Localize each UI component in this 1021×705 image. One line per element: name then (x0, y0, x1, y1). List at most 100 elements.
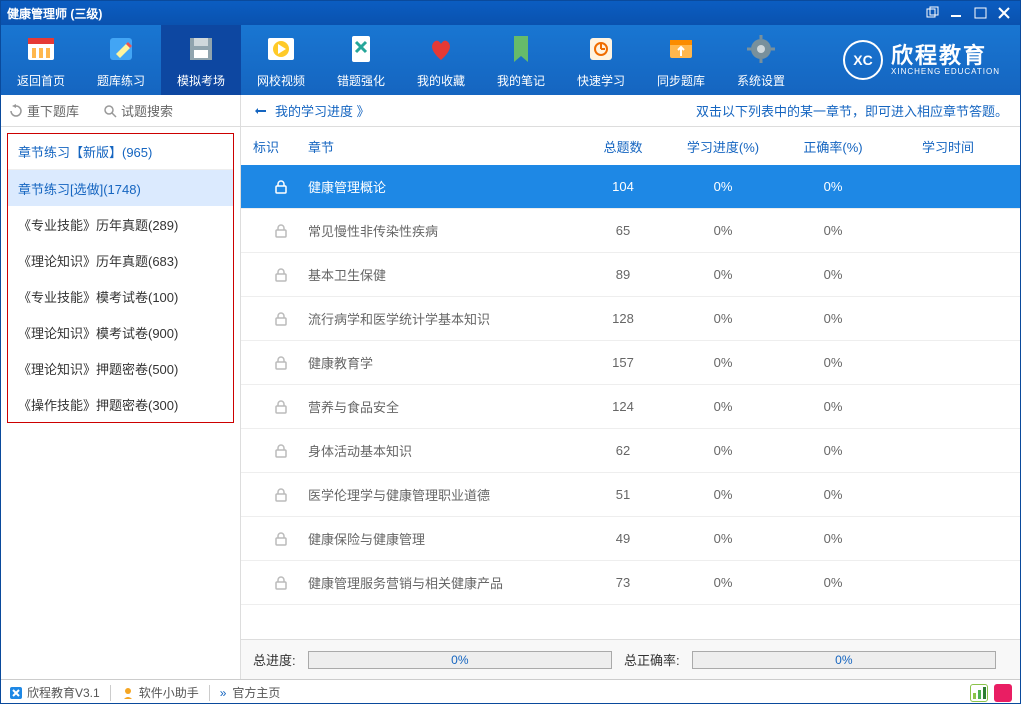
correct-pct: 0% (778, 531, 888, 546)
lock-icon (253, 575, 308, 591)
toolbar-1[interactable]: 题库练习 (81, 25, 161, 95)
col-total: 总题数 (578, 137, 668, 156)
correct-pct: 0% (778, 399, 888, 414)
table-row[interactable]: 流行病学和医学统计学基本知识1280%0% (241, 297, 1020, 341)
toolbar-icon-6 (504, 32, 538, 66)
toolbar-6[interactable]: 我的笔记 (481, 25, 561, 95)
progress-pct: 0% (668, 223, 778, 238)
total-count: 89 (578, 267, 668, 282)
search-button[interactable]: 试题搜索 (103, 101, 185, 120)
total-count: 65 (578, 223, 668, 238)
brand-logo: XC 欣程教育 XINCHENG EDUCATION (843, 40, 1000, 80)
correct-pct: 0% (778, 355, 888, 370)
total-correct-label: 总正确率: (624, 650, 680, 669)
lock-icon (253, 399, 308, 415)
sidebar-item-5[interactable]: 《理论知识》模考试卷(900) (8, 314, 233, 350)
col-correct: 正确率(%) (778, 137, 888, 156)
sidebar-item-4[interactable]: 《专业技能》模考试卷(100) (8, 278, 233, 314)
lock-icon (253, 267, 308, 283)
toolbar-3[interactable]: 网校视频 (241, 25, 321, 95)
correct-pct: 0% (778, 487, 888, 502)
chapter-name: 身体活动基本知识 (308, 441, 578, 460)
col-flag: 标识 (253, 137, 308, 156)
total-count: 157 (578, 355, 668, 370)
total-count: 62 (578, 443, 668, 458)
table-row[interactable]: 营养与食品安全1240%0% (241, 385, 1020, 429)
correct-pct: 0% (778, 223, 888, 238)
total-count: 51 (578, 487, 668, 502)
table-row[interactable]: 健康保险与健康管理490%0% (241, 517, 1020, 561)
helper-icon (121, 686, 135, 700)
toolbar-0[interactable]: 返回首页 (1, 25, 81, 95)
summary-bar: 总进度: 0% 总正确率: 0% (241, 639, 1020, 679)
total-count: 124 (578, 399, 668, 414)
correct-pct: 0% (778, 311, 888, 326)
correct-pct: 0% (778, 267, 888, 282)
toolbar-icon-5 (424, 32, 458, 66)
helper-link[interactable]: 软件小助手 (139, 684, 199, 701)
main-toolbar: 返回首页题库练习模拟考场网校视频错题强化我的收藏我的笔记快速学习同步题库系统设置… (1, 25, 1020, 95)
sidebar-item-7[interactable]: 《操作技能》押题密卷(300) (8, 386, 233, 422)
toolbar-4[interactable]: 错题强化 (321, 25, 401, 95)
sidebar-item-6[interactable]: 《理论知识》押题密卷(500) (8, 350, 233, 386)
hint-text: 双击以下列表中的某一章节，即可进入相应章节答题。 (696, 101, 1008, 120)
official-home-link[interactable]: 官方主页 (232, 684, 280, 701)
chapter-name: 常见慢性非传染性疾病 (308, 221, 578, 240)
toolbar-icon-4 (344, 32, 378, 66)
total-count: 49 (578, 531, 668, 546)
lock-icon (253, 223, 308, 239)
col-chapter: 章节 (308, 137, 578, 156)
progress-pct: 0% (668, 267, 778, 282)
total-progress-label: 总进度: (253, 650, 296, 669)
chapter-name: 基本卫生保健 (308, 265, 578, 284)
toolbar-icon-9 (744, 32, 778, 66)
table-row[interactable]: 医学伦理学与健康管理职业道德510%0% (241, 473, 1020, 517)
lock-icon (253, 531, 308, 547)
chapter-name: 医学伦理学与健康管理职业道德 (308, 485, 578, 504)
lock-icon (253, 311, 308, 327)
table-row[interactable]: 常见慢性非传染性疾病650%0% (241, 209, 1020, 253)
stats-icon[interactable] (970, 684, 988, 702)
toolbar-7[interactable]: 快速学习 (561, 25, 641, 95)
lock-icon (253, 443, 308, 459)
main-panel: 我的学习进度 》 双击以下列表中的某一章节，即可进入相应章节答题。 标识 章节 … (241, 95, 1020, 679)
window-title: 健康管理师 (三级) (7, 5, 102, 22)
table-row[interactable]: 身体活动基本知识620%0% (241, 429, 1020, 473)
restore-down-icon[interactable] (924, 6, 942, 20)
total-count: 104 (578, 179, 668, 194)
toolbar-9[interactable]: 系统设置 (721, 25, 801, 95)
toolbar-8[interactable]: 同步题库 (641, 25, 721, 95)
toolbar-icon-7 (584, 32, 618, 66)
my-progress-link[interactable]: 我的学习进度 》 (253, 101, 370, 120)
statusbar: 欣程教育V3.1 软件小助手 » 官方主页 (1, 679, 1020, 705)
chapter-name: 营养与食品安全 (308, 397, 578, 416)
table-row[interactable]: 健康教育学1570%0% (241, 341, 1020, 385)
table-row[interactable]: 基本卫生保健890%0% (241, 253, 1020, 297)
titlebar: 健康管理师 (三级) (1, 1, 1020, 25)
minimize-icon[interactable] (948, 6, 966, 20)
table-row[interactable]: 健康管理服务营销与相关健康产品730%0% (241, 561, 1020, 605)
toolbar-icon-8 (664, 32, 698, 66)
sidebar-item-0[interactable]: 章节练习【新版】(965) (8, 134, 233, 170)
toolbar-2[interactable]: 模拟考场 (161, 25, 241, 95)
reset-db-button[interactable]: 重下题库 (9, 101, 91, 120)
sidebar-toolbar: 重下题库 试题搜索 (1, 95, 240, 127)
settings-shortcut-icon[interactable] (994, 684, 1012, 702)
col-time: 学习时间 (888, 137, 1008, 156)
col-progress: 学习进度(%) (668, 137, 778, 156)
table-body: 健康管理概论1040%0%常见慢性非传染性疾病650%0%基本卫生保健890%0… (241, 165, 1020, 639)
table-row[interactable]: 健康管理概论1040%0% (241, 165, 1020, 209)
lock-icon (253, 355, 308, 371)
total-progress-bar: 0% (308, 651, 612, 669)
progress-pct: 0% (668, 443, 778, 458)
toolbar-5[interactable]: 我的收藏 (401, 25, 481, 95)
sidebar-item-3[interactable]: 《理论知识》历年真题(683) (8, 242, 233, 278)
main-toolbar-row: 我的学习进度 》 双击以下列表中的某一章节，即可进入相应章节答题。 (241, 95, 1020, 127)
sidebar-item-2[interactable]: 《专业技能》历年真题(289) (8, 206, 233, 242)
maximize-icon[interactable] (972, 6, 990, 20)
sidebar-item-1[interactable]: 章节练习[选做](1748) (8, 170, 233, 206)
sidebar-items-box: 章节练习【新版】(965)章节练习[选做](1748)《专业技能》历年真题(28… (7, 133, 234, 423)
close-icon[interactable] (996, 6, 1014, 20)
progress-pct: 0% (668, 531, 778, 546)
progress-pct: 0% (668, 575, 778, 590)
